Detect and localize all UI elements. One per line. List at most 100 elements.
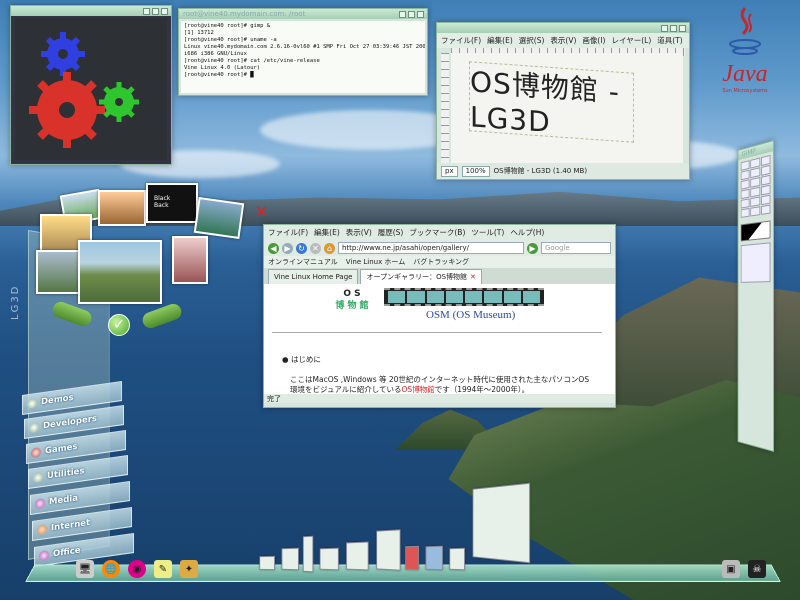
minimize-button[interactable] bbox=[661, 24, 668, 32]
gears-window[interactable] bbox=[10, 5, 172, 165]
notes-icon[interactable]: ✎ bbox=[154, 560, 172, 578]
minimized-window[interactable] bbox=[302, 535, 314, 573]
tools-icon[interactable]: ✦ bbox=[180, 560, 198, 578]
menu-image[interactable]: 画像(I) bbox=[582, 35, 605, 46]
gimp-titlebar[interactable] bbox=[437, 23, 689, 33]
photo-thumbnail[interactable] bbox=[193, 196, 245, 240]
gimp-menubar: ファイル(F) 編集(E) 選択(S) 表示(V) 画像(I) レイヤー(L) … bbox=[437, 33, 689, 48]
exit-icon[interactable]: ☠ bbox=[748, 560, 766, 578]
menu-bookmarks[interactable]: ブックマーク(B) bbox=[409, 227, 465, 238]
menu-help[interactable]: ヘルプ(H) bbox=[510, 227, 544, 238]
minimized-window[interactable] bbox=[346, 541, 369, 571]
close-icon[interactable]: ✕ bbox=[255, 202, 268, 221]
tab-vine-home[interactable]: Vine Linux Home Page bbox=[268, 269, 359, 284]
reload-icon[interactable]: ↻ bbox=[296, 242, 307, 254]
bookmark-bugtracking[interactable]: バグトラッキング bbox=[413, 257, 469, 267]
home-icon[interactable]: ⌂ bbox=[324, 242, 335, 254]
go-icon[interactable]: ▶ bbox=[527, 242, 538, 254]
display-icon[interactable]: ▣ bbox=[722, 560, 740, 578]
terminal-line: [root@vine40 root]# █ bbox=[184, 72, 254, 78]
browser-window[interactable]: ファイル(F) 編集(E) 表示(V) 履歴(S) ブックマーク(B) ツール(… bbox=[263, 224, 616, 408]
photo-thumbnail[interactable] bbox=[98, 190, 146, 226]
menu-layer[interactable]: レイヤー(L) bbox=[611, 35, 651, 46]
minimize-button[interactable] bbox=[399, 10, 406, 18]
forward-icon[interactable]: ▶ bbox=[282, 242, 293, 254]
unit-select[interactable]: px bbox=[441, 165, 458, 177]
orb-icon bbox=[31, 446, 41, 459]
computer-icon[interactable]: 🖥 bbox=[76, 560, 94, 578]
menu-view[interactable]: 表示(V) bbox=[346, 227, 372, 238]
tab-gallery[interactable]: オープンギャラリー：OS博物館 ✕ bbox=[360, 269, 482, 284]
tool-button[interactable] bbox=[740, 198, 750, 209]
menu-edit[interactable]: 編集(E) bbox=[314, 227, 340, 238]
close-button[interactable] bbox=[679, 24, 686, 32]
tool-button[interactable] bbox=[760, 204, 771, 215]
menu-view[interactable]: 表示(V) bbox=[550, 35, 576, 46]
maximize-button[interactable] bbox=[670, 24, 677, 32]
rotate-right-arrow-icon[interactable] bbox=[140, 301, 184, 331]
tool-button[interactable] bbox=[740, 207, 750, 218]
search-input[interactable]: Google bbox=[541, 242, 611, 254]
brush-preview[interactable] bbox=[740, 242, 771, 283]
minimized-window[interactable] bbox=[319, 547, 339, 571]
menu-select[interactable]: 選択(S) bbox=[519, 35, 545, 46]
maximize-button[interactable] bbox=[408, 10, 415, 18]
terminal-window[interactable]: root@vine40.mydomain.com: /root [root@vi… bbox=[178, 8, 428, 96]
back-icon[interactable]: ◀ bbox=[268, 242, 279, 254]
browser-content[interactable]: O S 博 物 館 OSM (OS Museum) ● はじめに ここはMacO… bbox=[264, 284, 615, 394]
tab-close-icon[interactable]: ✕ bbox=[470, 273, 476, 281]
minimized-window[interactable] bbox=[376, 529, 401, 571]
menu-tools[interactable]: ツール(T) bbox=[471, 227, 504, 238]
minimized-window[interactable] bbox=[281, 547, 299, 571]
tool-button[interactable] bbox=[760, 194, 771, 206]
url-input[interactable]: http://www.ne.jp/asahi/open/gallery/ bbox=[338, 242, 524, 254]
photo-main[interactable] bbox=[78, 240, 162, 304]
gimp-canvas[interactable]: OS博物館 - LG3D bbox=[451, 53, 683, 163]
terminal-line: Vine Linux 4.0 (Latour) bbox=[184, 65, 261, 71]
bookmark-vine-home[interactable]: Vine Linux ホーム bbox=[346, 257, 405, 267]
menu-item-label: Office bbox=[53, 545, 81, 560]
close-button[interactable] bbox=[161, 7, 168, 15]
divider bbox=[272, 332, 602, 333]
photo-thumbnail[interactable] bbox=[172, 236, 208, 284]
tool-grid bbox=[738, 151, 773, 221]
firefox-icon[interactable]: 🌐 bbox=[102, 560, 120, 578]
terminal-line: [root@vine40 root]# uname -a bbox=[184, 37, 277, 43]
media-player-icon[interactable]: ◉ bbox=[128, 560, 146, 578]
osm-link[interactable]: OS博物館 bbox=[402, 385, 435, 394]
menu-edit[interactable]: 編集(E) bbox=[487, 35, 513, 46]
menu-tools[interactable]: 道具(T) bbox=[657, 35, 682, 46]
tab-label: オープンギャラリー：OS博物館 bbox=[366, 273, 468, 281]
color-swatch[interactable] bbox=[740, 220, 771, 242]
gimp-image-window[interactable]: ファイル(F) 編集(E) 選択(S) 表示(V) 画像(I) レイヤー(L) … bbox=[436, 22, 690, 180]
terminal-titlebar[interactable]: root@vine40.mydomain.com: /root bbox=[179, 9, 427, 19]
gears-titlebar[interactable] bbox=[11, 6, 171, 16]
minimize-button[interactable] bbox=[143, 7, 150, 15]
maximize-button[interactable] bbox=[152, 7, 159, 15]
gimp-toolbox[interactable]: GIMP bbox=[737, 140, 774, 452]
logo-top: O S bbox=[343, 289, 361, 299]
site-title: OSM (OS Museum) bbox=[426, 309, 516, 321]
minimized-window[interactable] bbox=[259, 555, 275, 571]
menu-file[interactable]: ファイル(F) bbox=[268, 227, 308, 238]
minimized-window[interactable] bbox=[405, 545, 420, 571]
minimized-window[interactable] bbox=[472, 482, 531, 564]
minimized-window[interactable] bbox=[425, 545, 443, 571]
photo-thumbnail[interactable] bbox=[36, 250, 80, 294]
heading-text: はじめに bbox=[290, 355, 321, 364]
browser-navbar: ◀ ▶ ↻ ✕ ⌂ http://www.ne.jp/asahi/open/ga… bbox=[264, 240, 615, 256]
stop-icon[interactable]: ✕ bbox=[310, 242, 321, 254]
minimized-window[interactable] bbox=[449, 547, 465, 571]
close-button[interactable] bbox=[417, 10, 424, 18]
tool-button[interactable] bbox=[750, 206, 760, 217]
check-icon[interactable]: ✓ bbox=[108, 314, 130, 336]
tool-button[interactable] bbox=[750, 196, 760, 207]
menu-file[interactable]: ファイル(F) bbox=[441, 35, 481, 46]
terminal-output[interactable]: [root@vine40 root]# gimp & [1] 13712 [root… bbox=[181, 21, 425, 93]
java-subtitle: Sun Microsystems bbox=[722, 88, 768, 94]
photo-thumbnail[interactable]: Black Back bbox=[146, 183, 198, 223]
gears-icon bbox=[29, 32, 139, 148]
bookmark-manual[interactable]: オンラインマニュアル bbox=[268, 257, 338, 267]
menu-history[interactable]: 履歴(S) bbox=[378, 227, 404, 238]
zoom-select[interactable]: 100% bbox=[461, 165, 490, 177]
